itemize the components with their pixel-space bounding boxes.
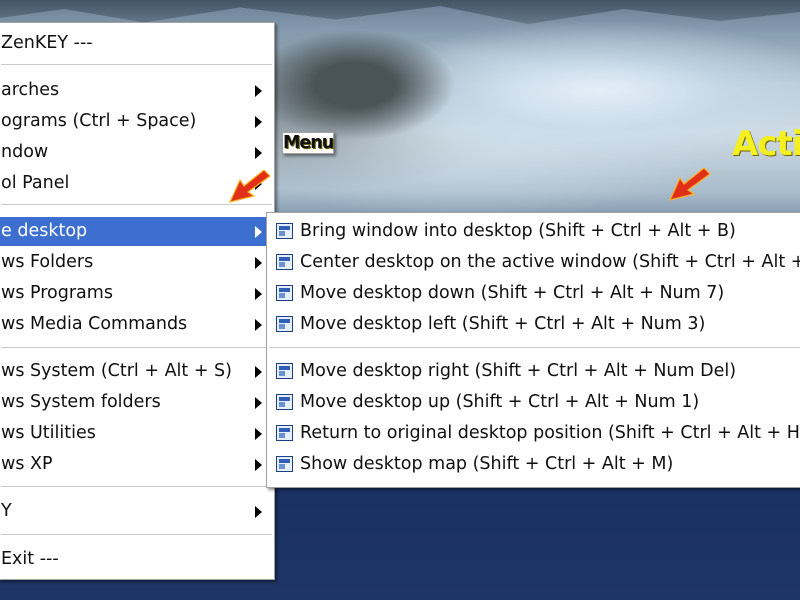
submenu-item-label: Move desktop down (Shift + Ctrl + Alt + … — [300, 283, 725, 303]
submenu-item-label: Return to original desktop position (Shi… — [300, 423, 800, 443]
arrow-pointer-icon — [228, 170, 271, 203]
menu-item-windows-folders[interactable]: ws Folders — [0, 248, 274, 277]
menu-item-desktop[interactable]: e desktop — [0, 217, 274, 246]
arrow-pointer-icon — [668, 168, 711, 201]
desktop-submenu: Bring window into desktop (Shift + Ctrl … — [266, 212, 800, 488]
menu-item-label: ws System (Ctrl + Alt + S) — [1, 361, 232, 381]
menu-item-label: ol Panel — [1, 173, 70, 193]
menu-item-label: ws Utilities — [1, 423, 96, 443]
chevron-right-icon — [255, 397, 262, 409]
submenu-item-label: Move desktop up (Shift + Ctrl + Alt + Nu… — [300, 392, 700, 412]
window-icon — [276, 285, 293, 301]
menu-item-exit[interactable]: Exit --- — [0, 545, 274, 574]
menu-item-windows-system[interactable]: ws System (Ctrl + Alt + S) — [0, 357, 274, 386]
window-icon — [276, 425, 293, 441]
menu-item-window[interactable]: ndow — [0, 138, 274, 167]
menu-separator — [1, 204, 272, 206]
chevron-right-icon — [255, 428, 262, 440]
chevron-right-icon — [255, 459, 262, 471]
window-icon — [276, 316, 293, 332]
window-icon — [276, 223, 293, 239]
menu-item-label: ws Programs — [1, 283, 113, 303]
menu-item-label: arches — [1, 80, 60, 100]
chevron-right-icon — [255, 319, 262, 331]
window-icon — [276, 363, 293, 379]
chevron-right-icon — [255, 506, 262, 518]
menu-item-zenkey-header[interactable]: ZenKEY --- — [0, 29, 274, 58]
submenu-separator — [269, 347, 800, 349]
chevron-right-icon — [255, 85, 262, 97]
submenu-item-return-to-original-position[interactable]: Return to original desktop position (Shi… — [267, 419, 800, 448]
menu-item-label: ws System folders — [1, 392, 161, 412]
submenu-item-move-desktop-up[interactable]: Move desktop up (Shift + Ctrl + Alt + Nu… — [267, 388, 800, 417]
menu-separator — [1, 64, 272, 66]
window-icon — [276, 254, 293, 270]
chevron-right-icon — [255, 116, 262, 128]
menu-item-label: Exit --- — [1, 549, 59, 569]
submenu-item-bring-window-into-desktop[interactable]: Bring window into desktop (Shift + Ctrl … — [267, 217, 800, 246]
submenu-item-move-desktop-down[interactable]: Move desktop down (Shift + Ctrl + Alt + … — [267, 279, 800, 308]
menu-item-label: e desktop — [1, 221, 88, 241]
menu-item-label: ZenKEY --- — [1, 33, 93, 53]
window-icon — [276, 456, 293, 472]
menu-item-label: ws XP — [1, 454, 53, 474]
submenu-item-label: Center desktop on the active window (Shi… — [300, 252, 800, 272]
submenu-item-label: Bring window into desktop (Shift + Ctrl … — [300, 221, 736, 241]
submenu-item-label: Move desktop right (Shift + Ctrl + Alt +… — [300, 361, 737, 381]
menu-separator — [1, 486, 272, 488]
action-annotation: Acti — [732, 124, 800, 164]
chevron-right-icon — [255, 147, 262, 159]
menu-item-label: ws Folders — [1, 252, 94, 272]
menu-item-windows-xp[interactable]: ws XP — [0, 450, 274, 479]
menu-separator — [1, 347, 272, 349]
chevron-right-icon — [255, 366, 262, 378]
menu-annotation: Menu — [282, 132, 334, 154]
zenkey-main-menu: ZenKEY --- arches ograms (Ctrl + Space) … — [0, 22, 275, 580]
submenu-item-move-desktop-right[interactable]: Move desktop right (Shift + Ctrl + Alt +… — [267, 357, 800, 386]
submenu-item-label: Move desktop left (Shift + Ctrl + Alt + … — [300, 314, 706, 334]
submenu-item-move-desktop-left[interactable]: Move desktop left (Shift + Ctrl + Alt + … — [267, 310, 800, 339]
menu-item-windows-utilities[interactable]: ws Utilities — [0, 419, 274, 448]
submenu-item-label: Show desktop map (Shift + Ctrl + Alt + M… — [300, 454, 674, 474]
submenu-item-center-desktop[interactable]: Center desktop on the active window (Shi… — [267, 248, 800, 277]
menu-item-label: ograms (Ctrl + Space) — [1, 111, 197, 131]
submenu-item-show-desktop-map[interactable]: Show desktop map (Shift + Ctrl + Alt + M… — [267, 450, 800, 479]
menu-item-windows-system-folders[interactable]: ws System folders — [0, 388, 274, 417]
menu-item-windows-programs[interactable]: ws Programs — [0, 279, 274, 308]
chevron-right-icon — [255, 257, 262, 269]
menu-item-windows-media-commands[interactable]: ws Media Commands — [0, 310, 274, 339]
chevron-right-icon — [255, 226, 262, 238]
menu-separator — [1, 534, 272, 536]
menu-item-searches[interactable]: arches — [0, 76, 274, 105]
menu-item-programs[interactable]: ograms (Ctrl + Space) — [0, 107, 274, 136]
chevron-right-icon — [255, 288, 262, 300]
window-icon — [276, 394, 293, 410]
menu-item-zenkey[interactable]: Y — [0, 497, 274, 526]
menu-item-label: ndow — [1, 142, 49, 162]
menu-item-label: ws Media Commands — [1, 314, 188, 334]
menu-item-label: Y — [1, 501, 12, 521]
